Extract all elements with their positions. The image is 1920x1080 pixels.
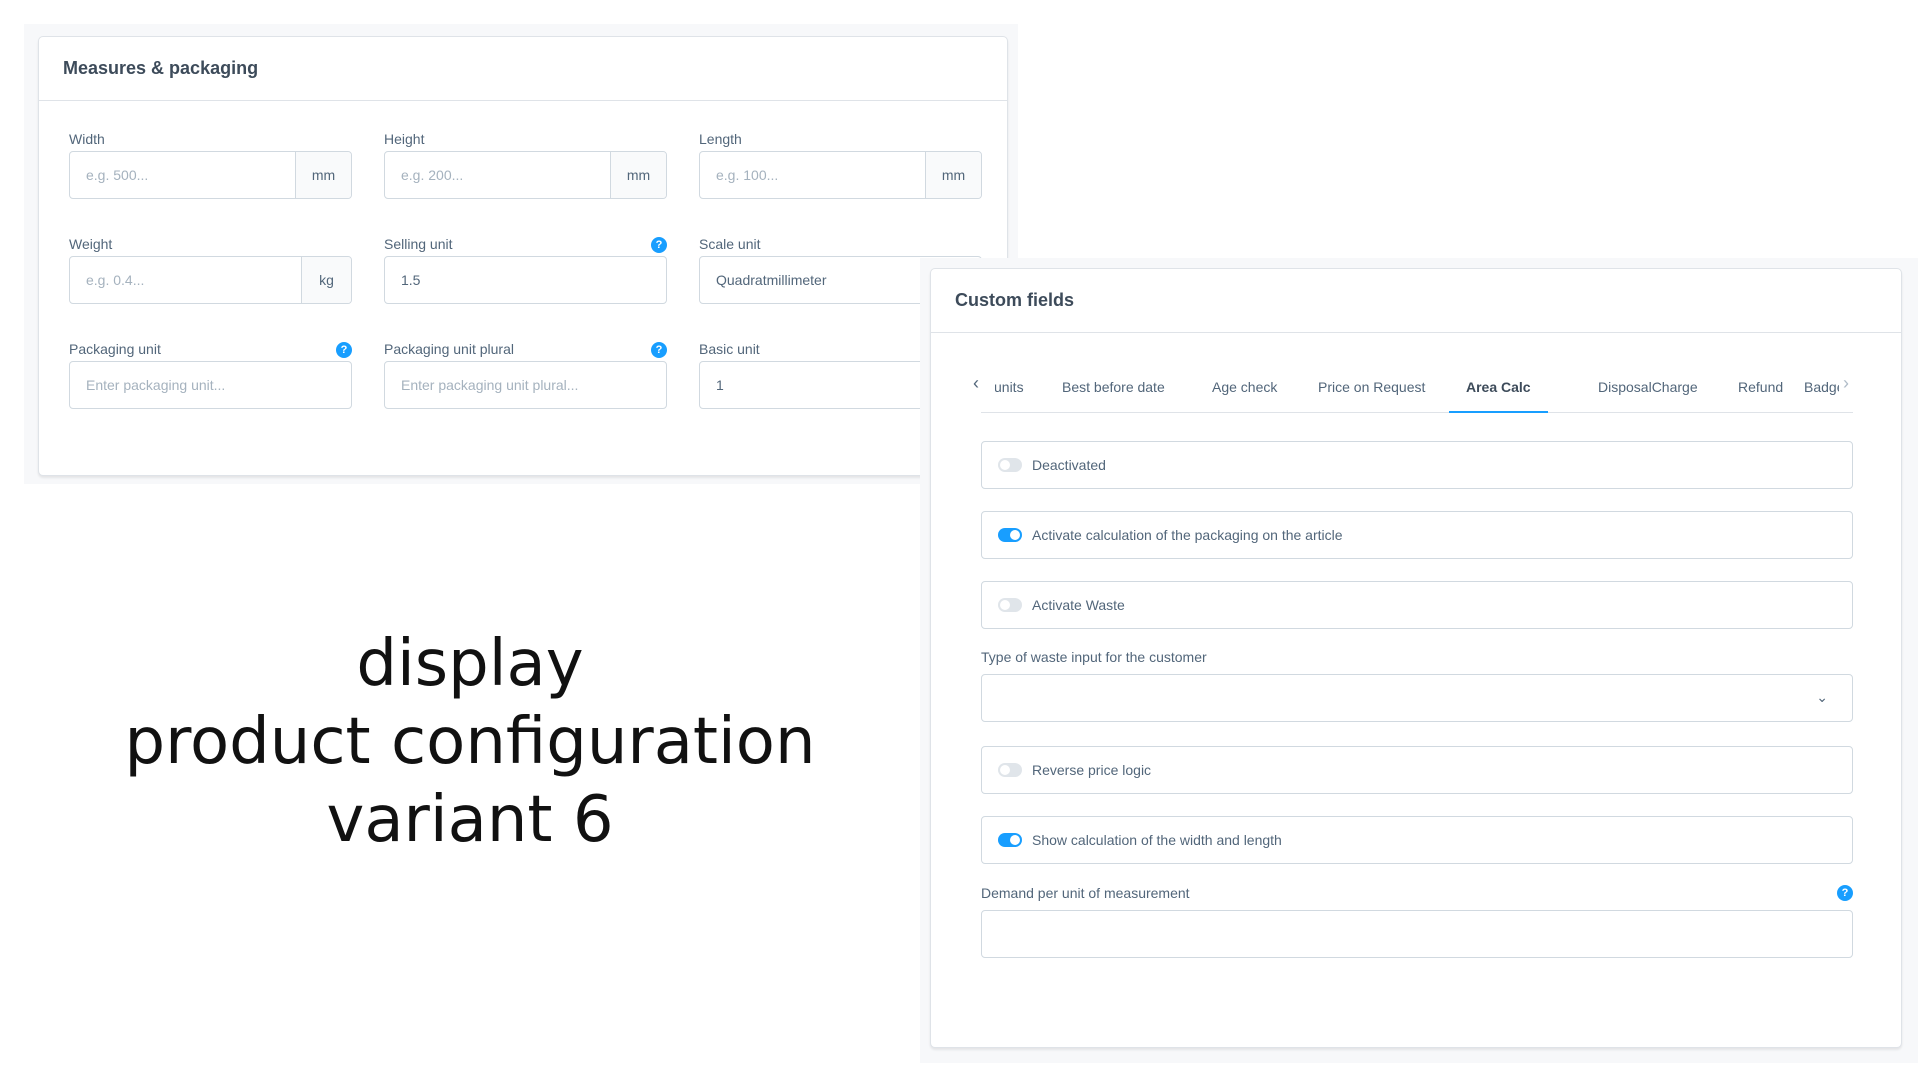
demand-label: Demand per unit of measurement	[981, 885, 1190, 901]
custom-fields-body: ‹ j units Best before date Age check Pri…	[931, 333, 1901, 1048]
packaging-unit-label: Packaging unit	[69, 341, 161, 357]
scale-unit-label: Scale unit	[699, 236, 761, 252]
chevron-down-icon: ⌄	[1816, 689, 1828, 705]
packaging-unit-input[interactable]: Enter packaging unit...	[69, 361, 352, 409]
weight-unit: kg	[301, 257, 351, 303]
width-label: Width	[69, 131, 105, 147]
help-icon[interactable]: ?	[651, 342, 667, 358]
selling-unit-input[interactable]: 1.5	[384, 256, 667, 304]
height-unit: mm	[610, 152, 666, 198]
tab-badges[interactable]: Badges	[1804, 379, 1839, 413]
deactivated-row[interactable]: Deactivated	[981, 441, 1853, 489]
tab-age-check[interactable]: Age check	[1212, 379, 1277, 413]
arrow-left-icon[interactable]: ‹	[969, 373, 983, 394]
activate-calculation-label: Activate calculation of the packaging on…	[1032, 527, 1343, 543]
toggle-knob	[1010, 835, 1020, 845]
length-input[interactable]: e.g. 100... mm	[699, 151, 982, 199]
reverse-price-label: Reverse price logic	[1032, 762, 1152, 778]
weight-placeholder: e.g. 0.4...	[86, 272, 145, 288]
tab-disposal-charge[interactable]: DisposalCharge	[1598, 379, 1698, 413]
toggle-knob	[1000, 600, 1010, 610]
caption-text: display product configuration variant 6	[95, 625, 845, 859]
active-tab-indicator	[1449, 411, 1548, 413]
waste-type-select[interactable]: ⌄	[981, 674, 1853, 722]
help-icon[interactable]: ?	[336, 342, 352, 358]
length-label: Length	[699, 131, 742, 147]
reverse-price-toggle[interactable]	[998, 763, 1022, 777]
custom-fields-card: Custom fields ‹ j units Best before date…	[930, 268, 1902, 1048]
toggle-knob	[1000, 765, 1010, 775]
measures-card-header: Measures & packaging	[39, 37, 1007, 101]
demand-input[interactable]	[981, 910, 1853, 958]
help-icon[interactable]: ?	[651, 237, 667, 253]
packaging-unit-plural-label: Packaging unit plural	[384, 341, 514, 357]
toggle-knob	[1010, 530, 1020, 540]
tab-strip: j units Best before date Age check Price…	[995, 369, 1839, 413]
packaging-unit-plural-input[interactable]: Enter packaging unit plural...	[384, 361, 667, 409]
measures-card-body: Width e.g. 500... mm Height e.g. 200... …	[39, 101, 1007, 475]
length-placeholder: e.g. 100...	[716, 167, 779, 183]
activate-calculation-toggle[interactable]	[998, 528, 1022, 542]
weight-input[interactable]: e.g. 0.4... kg	[69, 256, 352, 304]
measures-packaging-card: Measures & packaging Width e.g. 500... m…	[38, 36, 1008, 476]
custom-fields-title: Custom fields	[955, 290, 1075, 310]
width-input[interactable]: e.g. 500... mm	[69, 151, 352, 199]
packaging-unit-plural-placeholder: Enter packaging unit plural...	[401, 377, 579, 393]
arrow-right-icon[interactable]: ›	[1839, 373, 1853, 394]
length-unit: mm	[925, 152, 981, 198]
width-placeholder: e.g. 500...	[86, 167, 149, 183]
caption-line-3: variant 6	[326, 783, 614, 857]
packaging-unit-placeholder: Enter packaging unit...	[86, 377, 226, 393]
height-placeholder: e.g. 200...	[401, 167, 464, 183]
reverse-price-row[interactable]: Reverse price logic	[981, 746, 1853, 794]
height-label: Height	[384, 131, 425, 147]
help-icon[interactable]: ?	[1837, 885, 1853, 901]
deactivated-label: Deactivated	[1032, 457, 1106, 473]
show-calculation-toggle[interactable]	[998, 833, 1022, 847]
caption-line-2: product configuration	[124, 705, 816, 779]
custom-fields-header: Custom fields	[931, 269, 1901, 333]
measures-card-title: Measures & packaging	[63, 58, 259, 78]
tab-refund[interactable]: Refund	[1738, 379, 1783, 413]
tab-price-on-request[interactable]: Price on Request	[1318, 379, 1425, 413]
activate-waste-row[interactable]: Activate Waste	[981, 581, 1853, 629]
activate-calculation-row[interactable]: Activate calculation of the packaging on…	[981, 511, 1853, 559]
width-unit: mm	[295, 152, 351, 198]
toggle-knob	[1000, 460, 1010, 470]
caption-line-1: display	[356, 627, 584, 701]
basic-unit-label: Basic unit	[699, 341, 760, 357]
tab-best-before-date[interactable]: Best before date	[1062, 379, 1165, 413]
activate-waste-label: Activate Waste	[1032, 597, 1125, 613]
weight-label: Weight	[69, 236, 113, 252]
selling-unit-label: Selling unit	[384, 236, 453, 252]
height-input[interactable]: e.g. 200... mm	[384, 151, 667, 199]
activate-waste-toggle[interactable]	[998, 598, 1022, 612]
custom-fields-tabs: ‹ j units Best before date Age check Pri…	[973, 369, 1853, 413]
deactivated-toggle[interactable]	[998, 458, 1022, 472]
show-calculation-row[interactable]: Show calculation of the width and length	[981, 816, 1853, 864]
tab-units[interactable]: j units	[995, 379, 1024, 413]
show-calculation-label: Show calculation of the width and length	[1032, 832, 1282, 848]
selling-unit-value: 1.5	[401, 272, 421, 288]
waste-type-label: Type of waste input for the customer	[981, 649, 1207, 665]
tab-area-calc[interactable]: Area Calc	[1466, 379, 1531, 413]
